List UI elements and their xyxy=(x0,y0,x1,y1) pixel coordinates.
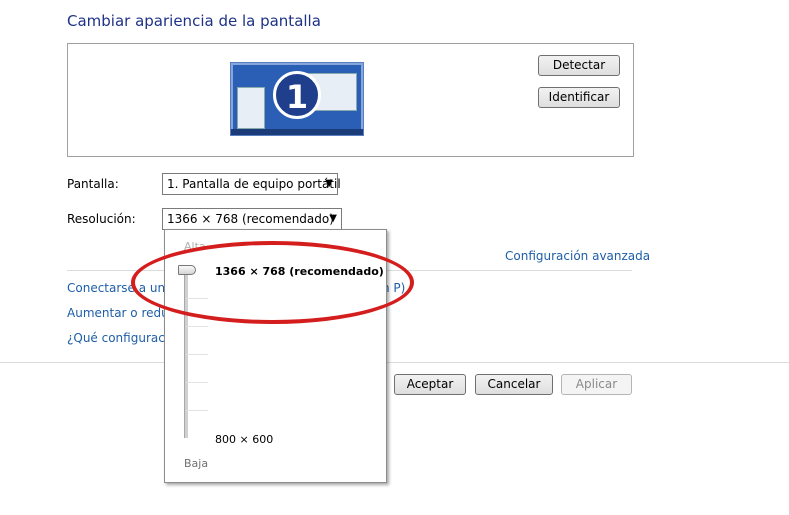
detect-button[interactable]: Detectar xyxy=(538,55,620,76)
window-thumbnail xyxy=(237,87,265,129)
enlarge-text-link[interactable]: Aumentar o reduc xyxy=(67,306,175,320)
advanced-settings-link[interactable]: Configuración avanzada xyxy=(505,249,650,263)
display-label: Pantalla: xyxy=(67,177,119,191)
low-label: Baja xyxy=(184,457,209,470)
chevron-down-icon: ▼ xyxy=(325,178,333,189)
resolution-dropdown[interactable]: 1366 × 768 (recomendado) ▼ xyxy=(162,208,342,230)
slider-option-min: 800 × 600 xyxy=(215,433,274,446)
monitor-number: 1 xyxy=(273,71,321,119)
accept-button[interactable]: Aceptar xyxy=(394,374,466,395)
identify-button[interactable]: Identificar xyxy=(538,87,620,108)
page-title: Cambiar apariencia de la pantalla xyxy=(67,12,321,30)
resolution-label: Resolución: xyxy=(67,212,136,226)
cancel-button[interactable]: Cancelar xyxy=(475,374,553,395)
slider-tick xyxy=(186,382,208,383)
monitor-1-icon[interactable]: 1 xyxy=(230,62,364,136)
slider-tick xyxy=(186,354,208,355)
footer-divider xyxy=(0,362,789,363)
resolution-dropdown-value: 1366 × 768 (recomendado) xyxy=(167,212,334,226)
slider-tick xyxy=(186,326,208,327)
apply-button: Aplicar xyxy=(561,374,632,395)
annotation-ellipse xyxy=(131,241,414,324)
chevron-down-icon: ▼ xyxy=(329,213,337,224)
display-dropdown[interactable]: 1. Pantalla de equipo portátil ▼ xyxy=(162,173,341,195)
display-dropdown-value: 1. Pantalla de equipo portátil xyxy=(167,177,341,191)
taskbar xyxy=(231,129,363,135)
slider-tick xyxy=(186,410,208,411)
which-settings-link[interactable]: ¿Qué configuració xyxy=(67,331,176,345)
